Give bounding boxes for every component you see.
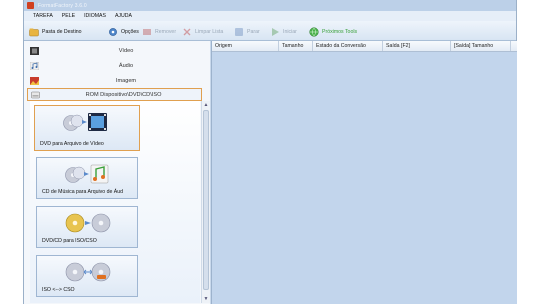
- category-video[interactable]: Vídeo: [24, 44, 210, 57]
- category-rom[interactable]: ROM Dispositivo\DVD\CD\ISO: [27, 88, 202, 101]
- remove-button[interactable]: Remover: [142, 26, 176, 37]
- iso-cso-icon: [65, 261, 111, 283]
- converter-list: DVD para Arquivo de Vídeo CD de Música p…: [30, 101, 200, 303]
- featured-tools-button[interactable]: Próximos Tools: [309, 26, 357, 37]
- clear-list-label: Limpar Lista: [195, 28, 224, 35]
- menu-idiomas[interactable]: IDIOMAS: [84, 13, 106, 19]
- category-audio[interactable]: Áudio: [24, 59, 210, 72]
- stop-button[interactable]: Parar: [234, 26, 260, 37]
- dvd-to-iso-icon: [65, 212, 111, 234]
- output-folder-button[interactable]: Pasta de Destino: [29, 26, 82, 37]
- remove-icon: [142, 27, 152, 37]
- converter-scrollbar[interactable]: ▲ ▼: [201, 101, 210, 303]
- start-button[interactable]: Iniciar: [270, 26, 297, 37]
- column-size[interactable]: Tamanho: [279, 41, 313, 51]
- stop-label: Parar: [247, 28, 260, 35]
- category-rom-label: ROM Dispositivo\DVD\CD\ISO: [85, 91, 162, 98]
- category-audio-label: Áudio: [118, 62, 134, 69]
- converter-dvd-to-iso[interactable]: DVD/CD para ISO/CSO: [36, 206, 138, 248]
- menu-ajuda[interactable]: AJUDA: [115, 13, 132, 19]
- title-bar: FormatFactory 3.6.0: [24, 0, 516, 11]
- column-output-size[interactable]: [Saída] Tamanho: [451, 41, 511, 51]
- globe-icon: [309, 26, 319, 37]
- menu-pele[interactable]: PELE: [62, 13, 75, 19]
- output-folder-label: Pasta de Destino: [42, 28, 82, 35]
- scroll-thumb[interactable]: [203, 110, 209, 290]
- task-list-panel: Origem Tamanho Estado da Conversão Saída…: [211, 41, 517, 304]
- gear-icon: [108, 27, 118, 37]
- column-source[interactable]: Origem: [212, 41, 279, 51]
- clear-list-button[interactable]: Limpar Lista: [182, 26, 223, 37]
- column-output[interactable]: Saída [F2]: [383, 41, 451, 51]
- task-list-header: Origem Tamanho Estado da Conversão Saída…: [212, 41, 517, 52]
- app-window: FormatFactory 3.6.0 TAREFA PELE IDIOMAS …: [23, 0, 517, 304]
- options-button[interactable]: Opções: [108, 26, 139, 37]
- dvd-to-video-icon: [63, 111, 109, 133]
- window-title: FormatFactory 3.6.0: [38, 2, 87, 9]
- scroll-down-icon[interactable]: ▼: [202, 295, 210, 303]
- start-label: Iniciar: [283, 28, 297, 35]
- converter-iso-cso-label: ISO <--> CSO: [42, 287, 75, 293]
- column-status[interactable]: Estado da Conversão: [313, 41, 383, 51]
- converter-dvd-to-video-label: DVD para Arquivo de Vídeo: [40, 141, 104, 147]
- menu-bar: TAREFA PELE IDIOMAS AJUDA: [24, 11, 516, 21]
- folder-icon: [29, 27, 39, 37]
- category-video-label: Vídeo: [118, 47, 134, 54]
- featured-tools-label: Próximos Tools: [322, 28, 358, 35]
- category-panel: Vídeo Áudio Imagem ROM Dispositivo\DVD\C…: [24, 41, 210, 304]
- remove-label: Remover: [155, 28, 177, 35]
- cd-to-audio-icon: [65, 163, 111, 185]
- converter-dvd-to-video[interactable]: DVD para Arquivo de Vídeo: [34, 105, 140, 151]
- app-logo-icon: [27, 2, 34, 9]
- toolbar: Pasta de Destino Opções Remover Limpar L…: [24, 21, 516, 41]
- play-icon: [270, 27, 280, 37]
- stop-icon: [234, 27, 244, 37]
- converter-cd-to-audio[interactable]: CD de Música para Arquivo de Áud: [36, 157, 138, 199]
- converter-dvd-to-iso-label: DVD/CD para ISO/CSO: [42, 238, 97, 244]
- options-label: Opções: [121, 28, 139, 35]
- converter-iso-cso[interactable]: ISO <--> CSO: [36, 255, 138, 297]
- category-image[interactable]: Imagem: [24, 74, 210, 87]
- menu-tarefa[interactable]: TAREFA: [33, 13, 53, 19]
- converter-cd-to-audio-label: CD de Música para Arquivo de Áud: [42, 189, 124, 195]
- close-icon: [182, 27, 192, 37]
- scroll-up-icon[interactable]: ▲: [202, 101, 210, 109]
- category-image-label: Imagem: [115, 77, 137, 84]
